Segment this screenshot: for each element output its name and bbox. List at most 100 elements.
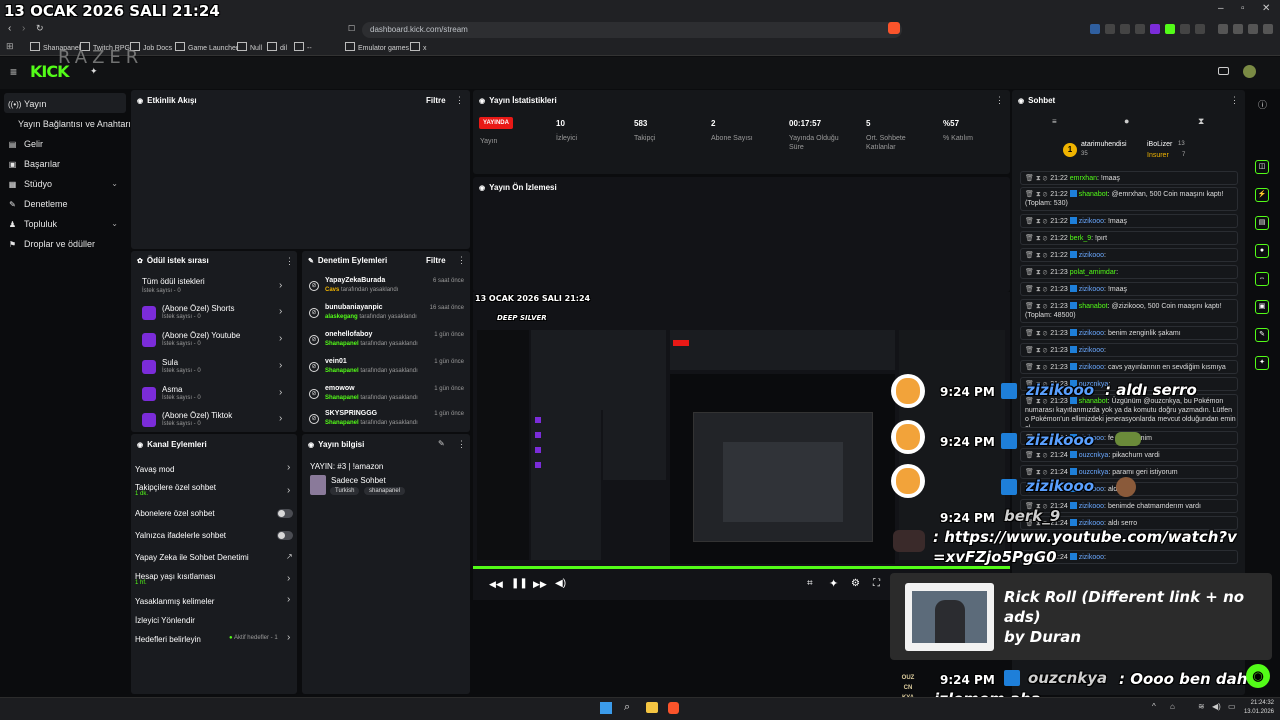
sparkle-icon[interactable]: ✦ bbox=[829, 577, 838, 590]
chevron-right-icon[interactable]: › bbox=[287, 594, 290, 605]
chat-message[interactable]: 🗑 ⧗ ⊘ 21:23 shanabot: Üzgünüm @ouzcnkya, … bbox=[1020, 394, 1238, 428]
chat-bubble-icon[interactable]: ● bbox=[1124, 116, 1129, 126]
pause-icon[interactable]: ❚❚ bbox=[511, 578, 528, 589]
bookmark-item[interactable]: Game Launcher bbox=[175, 42, 238, 52]
tray-chevron-icon[interactable]: ^ bbox=[1152, 702, 1156, 711]
chat-message[interactable]: 🗑 ⧗ ⊘ 21:23 zizikooo: cavs yayınlarının e… bbox=[1020, 360, 1238, 374]
search-icon[interactable]: ⌕ bbox=[624, 701, 630, 714]
address-bar[interactable]: dashboard.kick.com/stream bbox=[362, 22, 902, 38]
back-icon[interactable]: ‹ bbox=[8, 23, 11, 34]
moderated-user[interactable]: SKYSPRINGGG bbox=[325, 410, 377, 417]
moderated-user[interactable]: vein01 bbox=[325, 358, 347, 365]
minimize-icon[interactable]: – bbox=[1218, 3, 1224, 14]
chat-username[interactable]: berk_9 bbox=[1070, 235, 1091, 242]
external-link-icon[interactable]: ↗ bbox=[286, 552, 293, 561]
sidebar-toggle-icon[interactable] bbox=[1218, 24, 1228, 34]
chevron-right-icon[interactable]: › bbox=[279, 413, 282, 424]
hamburger-menu-icon[interactable]: ≡ bbox=[10, 65, 17, 79]
taskbar-time[interactable]: 21:24:32 bbox=[1244, 700, 1274, 706]
chevron-right-icon[interactable]: › bbox=[287, 485, 290, 496]
extension-icon[interactable] bbox=[1135, 24, 1145, 34]
chat-username[interactable]: zizikooo bbox=[1079, 347, 1104, 354]
extension-icon[interactable] bbox=[1195, 24, 1205, 34]
reload-icon[interactable]: ↻ bbox=[36, 23, 44, 34]
filter-button[interactable]: Filtre bbox=[426, 96, 446, 105]
rail-button[interactable]: ✎ bbox=[1255, 328, 1269, 342]
mod-tools-icon[interactable]: 🗑 ⧗ ⊘ bbox=[1025, 452, 1047, 459]
mod-tools-icon[interactable]: 🗑 ⧗ ⊘ bbox=[1025, 469, 1047, 476]
bookmark-icon[interactable]: ☐ bbox=[348, 24, 355, 33]
menu-icon[interactable] bbox=[1263, 24, 1273, 34]
chevron-right-icon[interactable]: › bbox=[279, 360, 282, 371]
more-icon[interactable]: ⋮ bbox=[1230, 95, 1239, 106]
chat-username[interactable]: zizikooo bbox=[1079, 503, 1104, 510]
chat-message[interactable]: 🗑 ⧗ ⊘ 21:22 emrxhan: !maaş bbox=[1020, 171, 1238, 185]
chat-username[interactable]: zizikooo bbox=[1079, 218, 1104, 225]
sidebar-item-basarilar[interactable]: ▣ Başarılar bbox=[8, 159, 60, 169]
taskbar-date[interactable]: 13.01.2026 bbox=[1240, 709, 1274, 715]
emote-only-toggle[interactable] bbox=[277, 531, 293, 540]
sidebar-item-stream-key[interactable]: Yayın Bağlantısı ve Anahtarı bbox=[18, 119, 131, 129]
chat-username[interactable]: ouzcnkya bbox=[1079, 452, 1109, 459]
settings-icon[interactable]: ⚙ bbox=[851, 578, 860, 589]
mod-tools-icon[interactable]: 🗑 ⧗ ⊘ bbox=[1025, 218, 1047, 225]
progress-bar[interactable] bbox=[473, 566, 1010, 569]
chat-message[interactable]: 🗑 ⧗ ⊘ 21:22 shanabot: @emrxhan, 500 Coin … bbox=[1020, 187, 1238, 211]
chevron-right-icon[interactable]: › bbox=[279, 306, 282, 317]
chat-username[interactable]: shanabot bbox=[1079, 191, 1108, 198]
edit-icon[interactable]: ✎ bbox=[438, 439, 445, 448]
rail-button[interactable]: ⚡ bbox=[1255, 188, 1269, 202]
rail-button[interactable]: ✦ bbox=[1255, 356, 1269, 370]
file-explorer-icon[interactable] bbox=[646, 702, 658, 713]
brave-shield-icon[interactable] bbox=[888, 22, 900, 34]
chat-message[interactable]: 🗑 ⧗ ⊘ 21:23 zizikooo: benim zenginlik şak… bbox=[1020, 326, 1238, 340]
rail-button[interactable]: ● bbox=[1255, 244, 1269, 258]
speaker-icon[interactable]: ◀) bbox=[1212, 702, 1221, 711]
extension-icon[interactable] bbox=[1150, 24, 1160, 34]
chat-message[interactable]: 🗑 ⧗ ⊘ 21:22 berk_9: !pırt bbox=[1020, 231, 1238, 245]
maximize-icon[interactable]: ▫ bbox=[1241, 3, 1245, 14]
sidebar-item-yayin[interactable]: ((•)) Yayın bbox=[8, 99, 46, 109]
fullscreen-icon[interactable]: ⛶ bbox=[873, 578, 880, 589]
mod-tools-icon[interactable]: 🗑 ⧗ ⊘ bbox=[1025, 235, 1047, 242]
mod-tools-icon[interactable]: 🗑 ⧗ ⊘ bbox=[1025, 347, 1047, 354]
extension-icon[interactable] bbox=[1248, 24, 1258, 34]
top-user-name[interactable]: iBoLizer bbox=[1147, 141, 1172, 148]
chevron-right-icon[interactable]: › bbox=[279, 333, 282, 344]
chat-username[interactable]: shanabot bbox=[1079, 303, 1108, 310]
rail-button[interactable]: ▣ bbox=[1255, 300, 1269, 314]
moderated-user[interactable]: bunubaniayanpic bbox=[325, 304, 383, 311]
bookmark-item[interactable]: Null bbox=[237, 42, 262, 52]
chevron-down-icon[interactable]: ⌄ bbox=[111, 179, 118, 188]
windows-start-icon[interactable] bbox=[600, 702, 612, 714]
chevron-right-icon[interactable]: › bbox=[279, 387, 282, 398]
chat-username[interactable]: zizikooo bbox=[1079, 364, 1104, 371]
chat-message[interactable]: 🗑 ⧗ ⊘ 21:23 zizikooo: !maaş bbox=[1020, 282, 1238, 296]
more-icon[interactable]: ⋮ bbox=[457, 439, 466, 450]
extension-icon[interactable] bbox=[1180, 24, 1190, 34]
battery-icon[interactable]: ▭ bbox=[1228, 702, 1236, 711]
rewind-icon[interactable]: ◀◀ bbox=[489, 579, 503, 590]
bookmark-item[interactable]: Emulator games bbox=[345, 42, 409, 52]
pin-icon[interactable]: ✦ bbox=[90, 66, 98, 77]
pin-icon[interactable]: ≡ bbox=[1052, 117, 1057, 126]
mod-tools-icon[interactable]: 🗑 ⧗ ⊘ bbox=[1025, 269, 1047, 276]
chevron-right-icon[interactable]: › bbox=[287, 573, 290, 584]
chat-username[interactable]: ouzcnkya bbox=[1079, 469, 1109, 476]
rail-button[interactable]: ⇔ bbox=[1255, 272, 1269, 286]
subscriber-only-toggle[interactable] bbox=[277, 509, 293, 518]
forward-icon[interactable]: › bbox=[22, 23, 25, 34]
forward-icon[interactable]: ▶▶ bbox=[533, 579, 547, 590]
extension-icon[interactable] bbox=[1120, 24, 1130, 34]
chevron-down-icon[interactable]: ⌄ bbox=[111, 219, 118, 228]
chat-username[interactable]: zizikooo bbox=[1079, 330, 1104, 337]
tray-icon[interactable]: ⌂ bbox=[1170, 702, 1175, 711]
close-icon[interactable]: ✕ bbox=[1262, 3, 1270, 14]
chat-username[interactable]: zizikooo bbox=[1079, 286, 1104, 293]
info-icon[interactable]: ⓘ bbox=[1258, 98, 1267, 111]
chat-username[interactable]: zizikooo bbox=[1079, 520, 1104, 527]
bookmark-item[interactable]: x bbox=[410, 42, 427, 52]
network-icon[interactable]: ≋ bbox=[1198, 702, 1205, 711]
chat-message[interactable]: 🗑 ⧗ ⊘ 21:22 zizikooo: bbox=[1020, 248, 1238, 262]
mod-tools-icon[interactable]: 🗑 ⧗ ⊘ bbox=[1025, 398, 1047, 405]
